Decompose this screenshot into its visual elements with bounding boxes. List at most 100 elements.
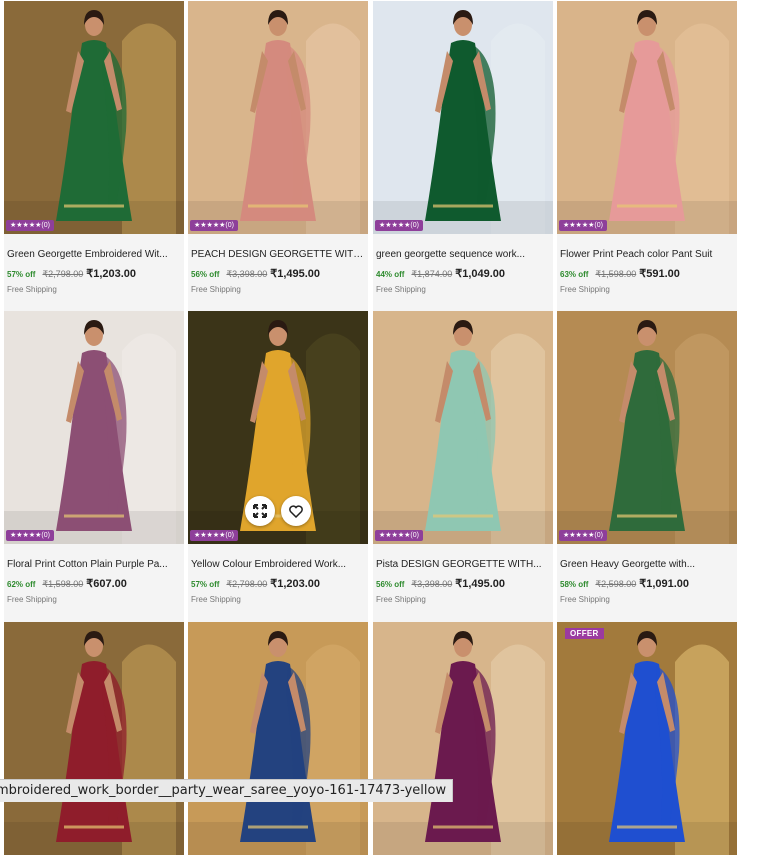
product-info: PEACH DESIGN GEORGETTE WITH... 56% off ₹3,… [188,248,368,314]
product-image[interactable]: ★★★★★(0) [373,311,553,544]
product-image[interactable] [188,622,368,855]
product-image[interactable]: ★★★★★(0) [557,1,737,234]
price-line: 44% off ₹1,874.00 ₹1,049.00 [376,267,550,281]
shipping-label: Free Shipping [560,595,610,604]
product-image[interactable]: ★★★★★(0) [557,311,737,544]
shipping-label: Free Shipping [191,595,241,604]
product-card[interactable] [4,622,184,855]
product-title[interactable]: PEACH DESIGN GEORGETTE WITH... [191,248,365,261]
sale-price: ₹1,049.00 [455,268,506,280]
rating-badge: ★★★★★(0) [6,530,54,541]
product-image[interactable]: ★★★★★(0) [188,311,368,544]
product-info: Floral Print Cotton Plain Purple Pa... 62… [4,558,184,624]
sale-price: ₹607.00 [86,578,127,590]
sale-price: ₹1,091.00 [639,578,690,590]
status-bar-url: mbroidered_work_border__party_wear_saree… [0,779,454,802]
sale-price: ₹591.00 [639,268,680,280]
product-photo [373,311,553,544]
product-title[interactable]: Green Georgette Embroidered Wit... [7,248,181,261]
product-photo [4,1,184,234]
original-price: ₹1,598.00 [595,269,637,279]
product-image[interactable]: OFFER [557,622,737,855]
product-photo [373,622,553,855]
product-photo [188,1,368,234]
heart-icon[interactable] [281,496,311,526]
original-price: ₹2,598.00 [595,579,637,589]
sale-price: ₹1,495.00 [455,578,506,590]
original-price: ₹1,874.00 [411,269,453,279]
product-card[interactable]: ★★★★★(0) Yellow Colour Embroidered Work..… [188,311,368,624]
rating-badge: ★★★★★(0) [559,530,607,541]
product-image[interactable]: ★★★★★(0) [373,1,553,234]
sale-price: ₹1,203.00 [270,578,321,590]
product-info: green georgette sequence work... 44% off ₹… [373,248,553,314]
product-card[interactable]: OFFER [557,622,737,855]
shipping-label: Free Shipping [7,285,57,294]
product-card[interactable]: ★★★★★(0) green georgette sequence work...… [373,1,553,314]
product-photo [557,1,737,234]
product-photo [373,1,553,234]
rating-badge: ★★★★★(0) [559,220,607,231]
product-info: Flower Print Peach color Pant Suit 63% of… [557,248,737,314]
price-line: 56% off ₹3,398.00 ₹1,495.00 [191,267,365,281]
sale-price: ₹1,203.00 [86,268,137,280]
discount-label: 44% off [376,270,405,279]
product-card[interactable]: ★★★★★(0) Floral Print Cotton Plain Purple… [4,311,184,624]
price-line: 58% off ₹2,598.00 ₹1,091.00 [560,577,734,591]
product-image[interactable] [373,622,553,855]
original-price: ₹2,798.00 [42,269,84,279]
expand-icon[interactable] [245,496,275,526]
price-line: 57% off ₹2,798.00 ₹1,203.00 [7,267,181,281]
product-info: Pista DESIGN GEORGETTE WITH... 56% off ₹3,… [373,558,553,624]
discount-label: 57% off [7,270,36,279]
price-line: 63% off ₹1,598.00 ₹591.00 [560,267,734,281]
product-image[interactable]: ★★★★★(0) [4,311,184,544]
original-price: ₹3,398.00 [411,579,453,589]
rating-badge: ★★★★★(0) [375,530,423,541]
shipping-label: Free Shipping [560,285,610,294]
discount-label: 56% off [191,270,220,279]
product-photo [557,622,737,855]
discount-label: 57% off [191,580,220,589]
product-photo [4,311,184,544]
product-card[interactable] [373,622,553,855]
original-price: ₹1,598.00 [42,579,84,589]
product-card[interactable]: ★★★★★(0) Pista DESIGN GEORGETTE WITH... 56… [373,311,553,624]
product-image[interactable]: ★★★★★(0) [4,1,184,234]
original-price: ₹2,798.00 [226,579,268,589]
shipping-label: Free Shipping [7,595,57,604]
sale-price: ₹1,495.00 [270,268,321,280]
product-title[interactable]: green georgette sequence work... [376,248,550,261]
product-image[interactable]: ★★★★★(0) [188,1,368,234]
product-card[interactable]: ★★★★★(0) Flower Print Peach color Pant Su… [557,1,737,314]
product-card[interactable] [188,622,368,855]
discount-label: 63% off [560,270,589,279]
price-line: 62% off ₹1,598.00 ₹607.00 [7,577,181,591]
product-card[interactable]: ★★★★★(0) Green Heavy Georgette with... 58%… [557,311,737,624]
product-title[interactable]: Floral Print Cotton Plain Purple Pa... [7,558,181,571]
price-line: 56% off ₹3,398.00 ₹1,495.00 [376,577,550,591]
product-title[interactable]: Yellow Colour Embroidered Work... [191,558,365,571]
product-title[interactable]: Green Heavy Georgette with... [560,558,734,571]
discount-label: 58% off [560,580,589,589]
price-line: 57% off ₹2,798.00 ₹1,203.00 [191,577,365,591]
product-image[interactable] [4,622,184,855]
shipping-label: Free Shipping [191,285,241,294]
product-photo [557,311,737,544]
product-info: Yellow Colour Embroidered Work... 57% off… [188,558,368,624]
product-card[interactable]: ★★★★★(0) PEACH DESIGN GEORGETTE WITH... 56… [188,1,368,314]
shipping-label: Free Shipping [376,595,426,604]
rating-badge: ★★★★★(0) [6,220,54,231]
product-info: Green Heavy Georgette with... 58% off ₹2,5… [557,558,737,624]
rating-badge: ★★★★★(0) [375,220,423,231]
original-price: ₹3,398.00 [226,269,268,279]
discount-label: 56% off [376,580,405,589]
rating-badge: ★★★★★(0) [190,530,238,541]
shipping-label: Free Shipping [376,285,426,294]
product-title[interactable]: Pista DESIGN GEORGETTE WITH... [376,558,550,571]
offer-badge: OFFER [565,628,604,639]
product-title[interactable]: Flower Print Peach color Pant Suit [560,248,734,261]
product-card[interactable]: ★★★★★(0) Green Georgette Embroidered Wit.… [4,1,184,314]
product-info: Green Georgette Embroidered Wit... 57% of… [4,248,184,314]
hover-actions [245,496,315,526]
